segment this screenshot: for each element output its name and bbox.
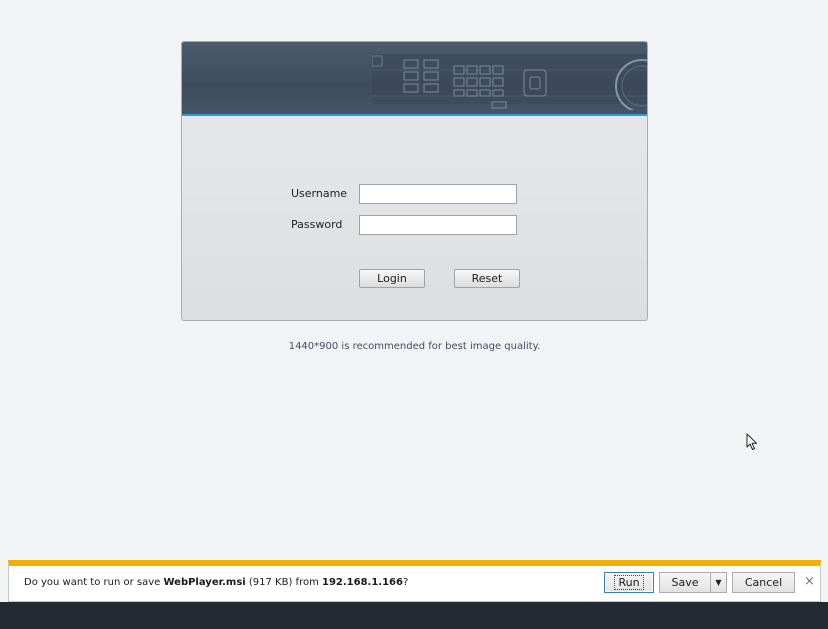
- password-row: Password: [182, 215, 647, 237]
- run-button[interactable]: Run: [604, 572, 654, 593]
- cancel-button[interactable]: Cancel: [732, 572, 795, 593]
- username-label: Username: [291, 187, 348, 200]
- username-input[interactable]: [359, 184, 517, 204]
- resolution-hint: 1440*900 is recommended for best image q…: [288, 341, 541, 352]
- browser-page: Username Password Login Reset 1440*900 i…: [0, 0, 828, 629]
- download-size: (917 KB) from: [245, 577, 322, 588]
- password-input[interactable]: [359, 215, 517, 235]
- download-message-prefix: Do you want to run or save: [24, 577, 164, 588]
- reset-button[interactable]: Reset: [454, 269, 520, 288]
- download-message: Do you want to run or save WebPlayer.msi…: [24, 577, 408, 588]
- download-host: 192.168.1.166: [322, 577, 403, 588]
- download-filename: WebPlayer.msi: [163, 577, 246, 588]
- password-label: Password: [291, 218, 343, 231]
- taskbar: [0, 602, 828, 629]
- device-front-panel-graphic: [372, 54, 647, 110]
- login-banner: [182, 42, 647, 116]
- run-button-label: Run: [614, 575, 644, 590]
- close-icon[interactable]: ×: [804, 573, 815, 591]
- login-button[interactable]: Login: [359, 269, 425, 288]
- save-button[interactable]: Save: [659, 572, 711, 593]
- download-notification-bar: Do you want to run or save WebPlayer.msi…: [8, 560, 821, 602]
- username-row: Username: [182, 184, 647, 206]
- login-panel: Username Password Login Reset: [181, 41, 648, 321]
- save-dropdown-icon[interactable]: ▼: [710, 572, 727, 593]
- mouse-pointer-icon: [746, 433, 757, 450]
- download-message-suffix: ?: [402, 577, 409, 588]
